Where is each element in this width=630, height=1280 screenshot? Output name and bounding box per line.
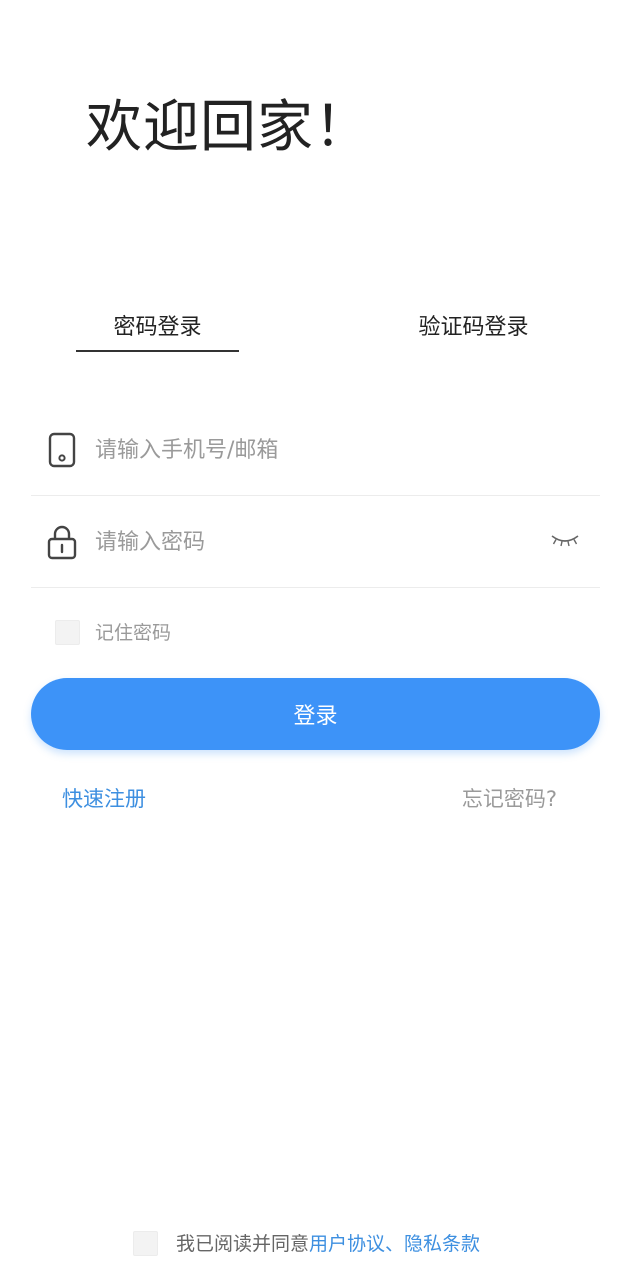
agreement-text: 我已阅读并同意用户协议、隐私条款 <box>176 1228 480 1260</box>
active-tab-indicator <box>76 350 239 352</box>
login-button[interactable]: 登录 <box>31 678 600 750</box>
login-page: 欢迎回家！ 密码登录 验证码登录 请输入手机号/邮箱 记住密码 登录 快速注册 … <box>0 0 630 1280</box>
remember-password-label: 记住密码 <box>95 622 172 644</box>
tab-code-login[interactable]: 验证码登录 <box>392 308 555 348</box>
privacy-terms-link[interactable]: 隐私条款 <box>404 1233 480 1255</box>
quick-register-link[interactable]: 快速注册 <box>62 782 146 816</box>
remember-password-checkbox[interactable] <box>55 620 80 645</box>
phone-field <box>31 404 600 496</box>
agreement-checkbox[interactable] <box>133 1231 158 1256</box>
tab-password-login[interactable]: 密码登录 <box>76 308 239 348</box>
eye-closed-icon[interactable] <box>550 530 580 552</box>
forgot-password-link[interactable]: 忘记密码? <box>462 782 557 816</box>
login-tabs: 密码登录 验证码登录 <box>0 300 630 356</box>
phone-icon <box>46 432 78 468</box>
password-input[interactable] <box>95 522 515 562</box>
agreement-separator: 、 <box>385 1233 405 1255</box>
agreement-prefix: 我已阅读并同意 <box>176 1233 310 1255</box>
lock-icon <box>46 524 78 560</box>
agreement-row: 我已阅读并同意用户协议、隐私条款 <box>133 1228 563 1258</box>
phone-email-input[interactable] <box>95 430 515 470</box>
user-agreement-link[interactable]: 用户协议 <box>309 1233 385 1255</box>
welcome-title: 欢迎回家！ <box>86 95 371 160</box>
password-field <box>31 496 600 588</box>
